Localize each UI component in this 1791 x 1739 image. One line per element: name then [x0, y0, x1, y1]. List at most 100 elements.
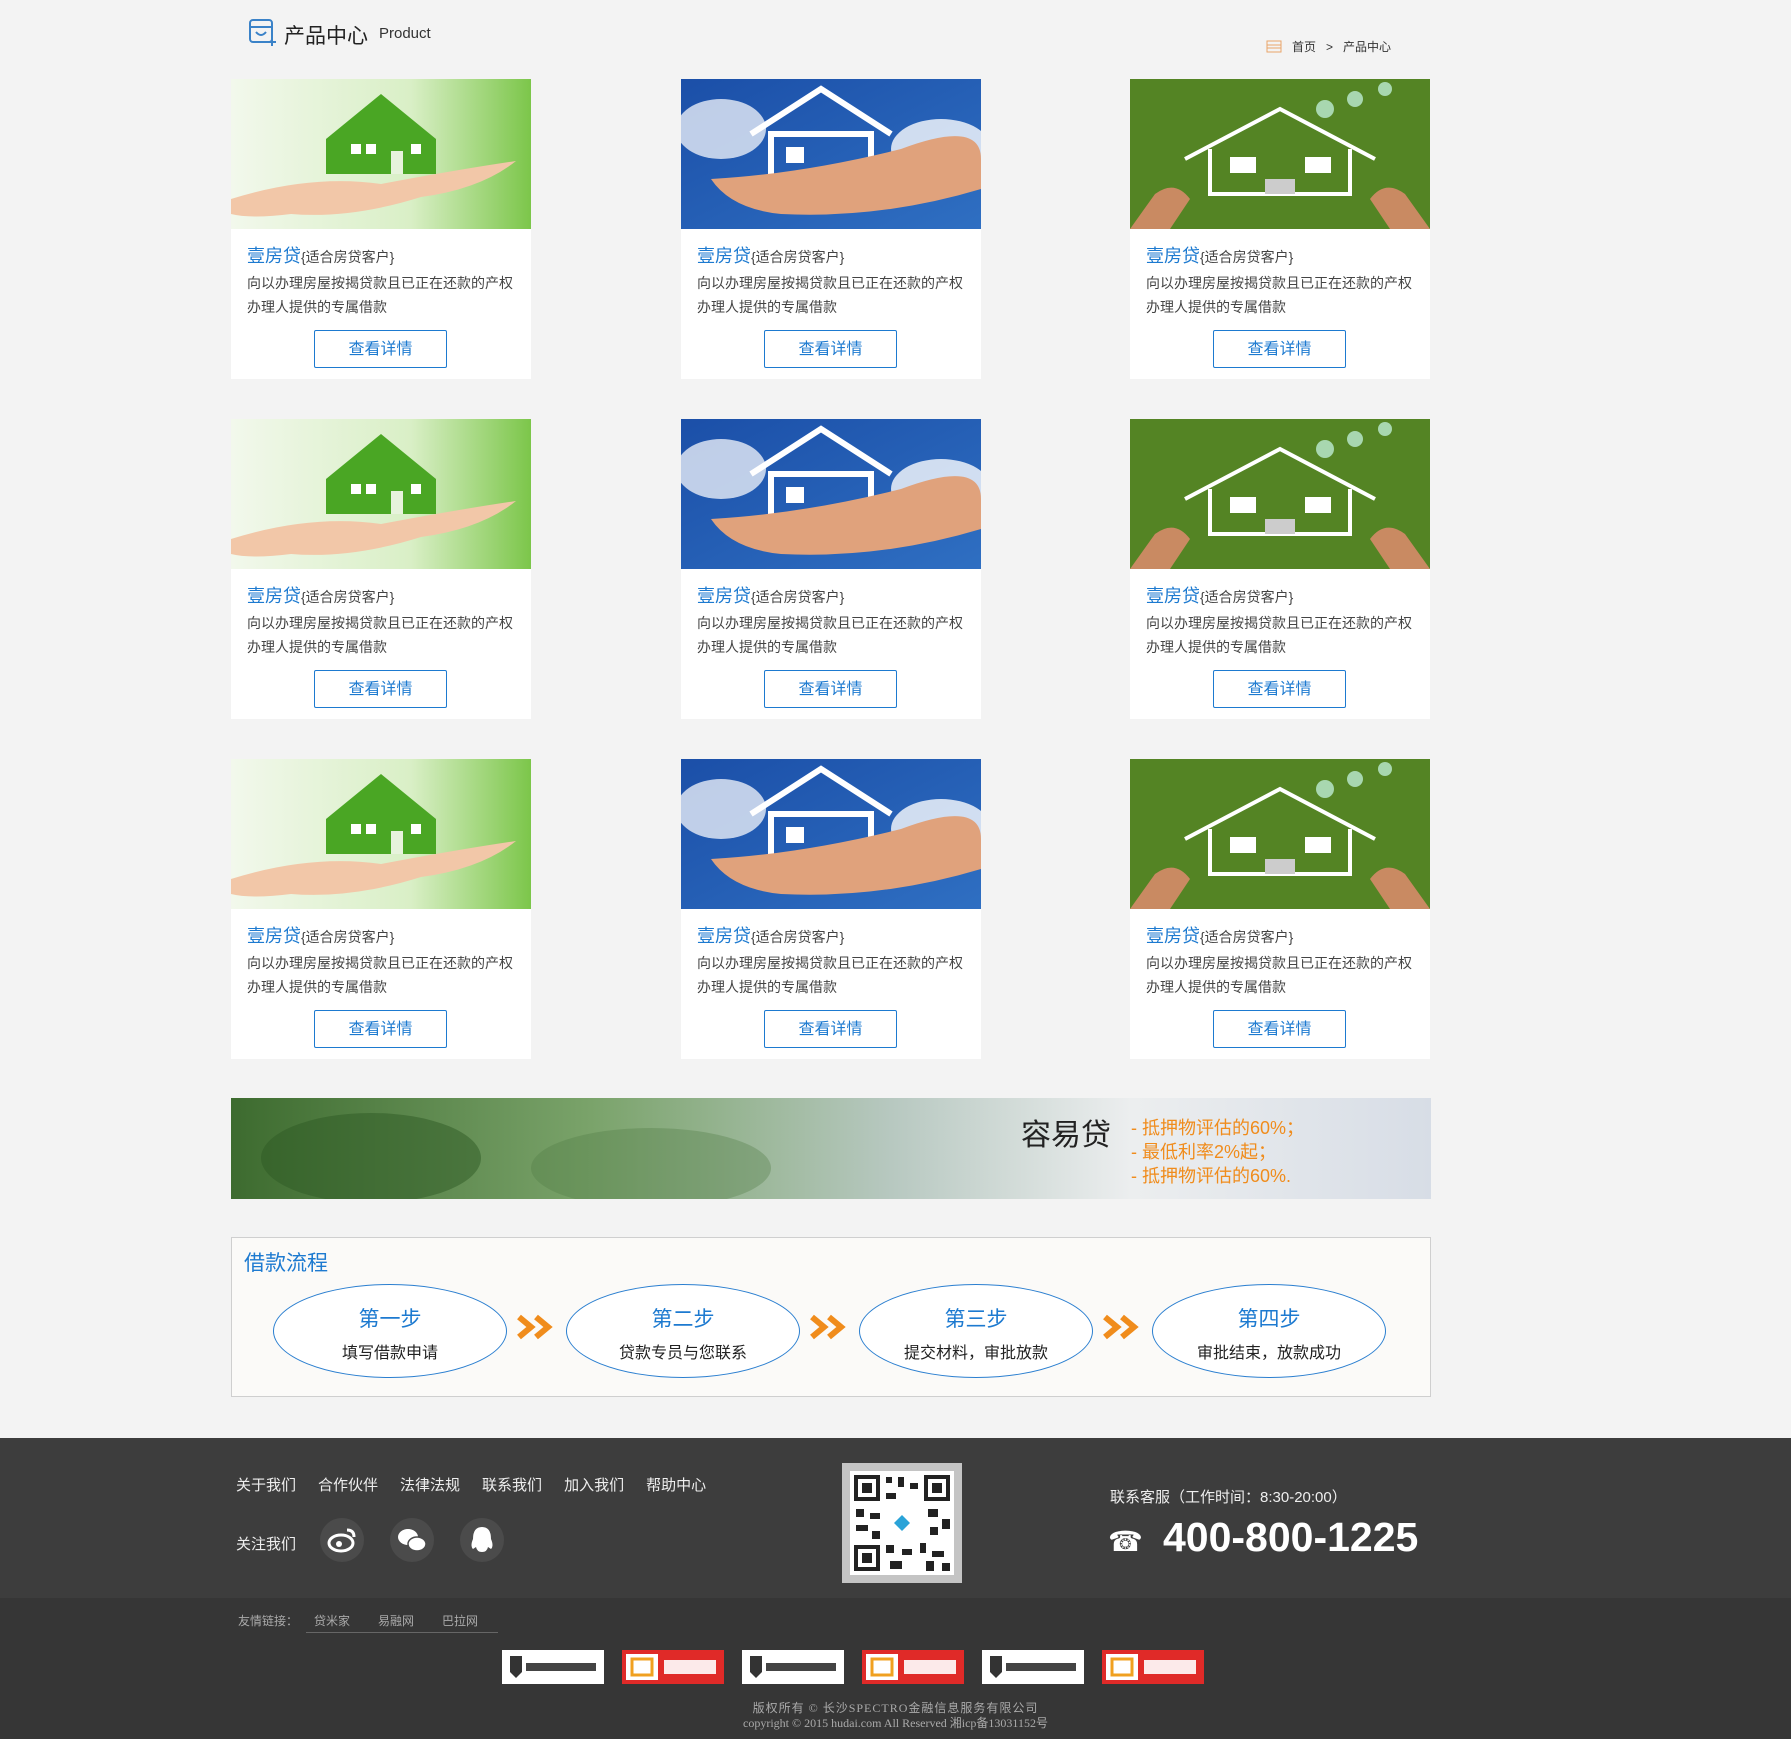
product-name[interactable]: 壹房贷	[1146, 926, 1200, 946]
product-desc: 向以办理房屋按揭贷款且已正在还款的产权办理人提供的专属借款	[1146, 955, 1412, 995]
product-name[interactable]: 壹房贷	[697, 926, 751, 946]
product-desc: 向以办理房屋按揭贷款且已正在还款的产权办理人提供的专属借款	[247, 615, 513, 655]
step-text: 审批结束，放款成功	[1196, 1345, 1341, 1362]
product-title[interactable]: 壹房贷{适合房贷客户}	[697, 582, 844, 608]
footer-nav: 关于我们 合作伙伴 法律法规 联系我们 加入我们 帮助中心	[236, 1474, 706, 1495]
process-step-3: 第三步 提交材料，审批放款	[859, 1284, 1093, 1378]
process-step-1: 第一步 填写借款申请	[273, 1284, 507, 1378]
process-step-4: 第四步 审批结束，放款成功	[1152, 1284, 1386, 1378]
view-details-button[interactable]: 查看详情	[764, 1010, 897, 1048]
product-card: 壹房贷{适合房贷客户} 向以办理房屋按揭贷款且已正在还款的产权办理人提供的专属借…	[231, 419, 531, 719]
footer-link-contact[interactable]: 联系我们	[482, 1474, 542, 1495]
step-text: 提交材料，审批放款	[903, 1345, 1048, 1362]
green-house-hand-image	[231, 759, 531, 909]
product-title[interactable]: 壹房贷{适合房贷客户}	[1146, 242, 1293, 268]
product-center-icon	[249, 19, 276, 46]
product-card: 壹房贷{适合房贷客户} 向以办理房屋按揭贷款且已正在还款的产权办理人提供的专属借…	[1130, 79, 1430, 379]
green-house-hand-image	[231, 419, 531, 569]
double-chevron-right-icon	[1103, 1314, 1139, 1340]
step-text: 贷款专员与您联系	[618, 1345, 747, 1362]
product-tag: {适合房贷客户}	[1200, 589, 1294, 605]
product-tag: {适合房贷客户}	[1200, 249, 1294, 265]
footer-link-join[interactable]: 加入我们	[564, 1474, 624, 1495]
weibo-icon[interactable]	[320, 1518, 364, 1562]
double-chevron-right-icon	[810, 1314, 846, 1340]
product-title[interactable]: 壹房贷{适合房贷客户}	[247, 582, 394, 608]
product-title[interactable]: 壹房贷{适合房贷客户}	[247, 922, 394, 948]
product-name[interactable]: 壹房贷	[1146, 246, 1200, 266]
friend-link[interactable]: 贷米家	[306, 1612, 371, 1633]
footer-link-help[interactable]: 帮助中心	[646, 1474, 706, 1495]
page-title: 产品中心	[284, 25, 368, 48]
process-step-2: 第二步 贷款专员与您联系	[566, 1284, 800, 1378]
sky-house-hand-image	[681, 79, 981, 229]
view-details-button[interactable]: 查看详情	[1213, 330, 1346, 368]
breadcrumb-home-link[interactable]: 首页	[1292, 38, 1316, 55]
step-label: 第四步	[1237, 1308, 1301, 1331]
product-desc: 向以办理房屋按揭贷款且已正在还款的产权办理人提供的专属借款	[247, 955, 513, 995]
friend-link[interactable]: 易融网	[370, 1612, 435, 1633]
product-name[interactable]: 壹房贷	[247, 926, 301, 946]
trusted-website-badge[interactable]	[622, 1650, 724, 1684]
product-title[interactable]: 壹房贷{适合房贷客户}	[1146, 582, 1293, 608]
product-grid: 壹房贷{适合房贷客户} 向以办理房屋按揭贷款且已正在还款的产权办理人提供的专属借…	[231, 79, 1431, 1059]
banner-point: 最低利率2%起；	[1131, 1140, 1304, 1164]
product-card: 壹房贷{适合房贷客户} 向以办理房屋按揭贷款且已正在还款的产权办理人提供的专属借…	[681, 759, 981, 1059]
follow-us-label: 关注我们	[236, 1536, 297, 1553]
grass-house-hands-image	[1130, 79, 1430, 229]
product-card: 壹房贷{适合房贷客户} 向以办理房屋按揭贷款且已正在还款的产权办理人提供的专属借…	[231, 79, 531, 379]
promo-banner[interactable]: 容易贷 抵押物评估的60%； 最低利率2%起； 抵押物评估的60%.	[231, 1098, 1431, 1199]
banner-points: 抵押物评估的60%； 最低利率2%起； 抵押物评估的60%.	[1131, 1116, 1304, 1188]
sky-house-hand-image	[681, 759, 981, 909]
customer-service-label: 联系客服（工作时间：8:30-20:00）	[1110, 1489, 1347, 1506]
view-details-button[interactable]: 查看详情	[314, 1010, 447, 1048]
product-title[interactable]: 壹房贷{适合房贷客户}	[247, 242, 394, 268]
product-name[interactable]: 壹房贷	[697, 246, 751, 266]
breadcrumb-current: 产品中心	[1342, 40, 1391, 54]
footer-link-about[interactable]: 关于我们	[236, 1474, 296, 1495]
product-tag: {适合房贷客户}	[751, 249, 845, 265]
wechat-icon[interactable]	[390, 1518, 434, 1562]
product-desc: 向以办理房屋按揭贷款且已正在还款的产权办理人提供的专属借款	[1146, 615, 1412, 655]
double-chevron-right-icon	[517, 1314, 553, 1340]
product-name[interactable]: 壹房贷	[697, 586, 751, 606]
qq-icon[interactable]	[460, 1518, 504, 1562]
product-desc: 向以办理房屋按揭贷款且已正在还款的产权办理人提供的专属借款	[697, 275, 963, 315]
view-details-button[interactable]: 查看详情	[314, 330, 447, 368]
service-phone[interactable]: 400-800-1225	[1163, 1514, 1418, 1561]
product-card: 壹房贷{适合房贷客户} 向以办理房屋按揭贷款且已正在还款的产权办理人提供的专属借…	[1130, 419, 1430, 719]
footer-main: 关于我们 合作伙伴 法律法规 联系我们 加入我们 帮助中心 关注我们 联系客服（…	[0, 1438, 1791, 1598]
product-tag: {适合房贷客户}	[751, 589, 845, 605]
copyright-icp: copyright © 2015 hudai.com All Reserved …	[743, 1716, 1048, 1730]
sky-house-hand-image	[681, 419, 981, 569]
product-desc: 向以办理房屋按揭贷款且已正在还款的产权办理人提供的专属借款	[697, 615, 963, 655]
trusted-website-badge[interactable]	[1102, 1650, 1204, 1684]
breadcrumb-separator: >	[1325, 39, 1333, 54]
product-name[interactable]: 壹房贷	[247, 586, 301, 606]
trusted-website-badge[interactable]	[862, 1650, 964, 1684]
product-card: 壹房贷{适合房贷客户} 向以办理房屋按揭贷款且已正在还款的产权办理人提供的专属借…	[681, 419, 981, 719]
product-tag: {适合房贷客户}	[301, 929, 395, 945]
step-label: 第三步	[944, 1308, 1008, 1331]
grass-house-hands-image	[1130, 759, 1430, 909]
certification-badges	[502, 1650, 1204, 1684]
product-title[interactable]: 壹房贷{适合房贷客户}	[697, 242, 844, 268]
product-title[interactable]: 壹房贷{适合房贷客户}	[697, 922, 844, 948]
footer-link-partners[interactable]: 合作伙伴	[318, 1474, 378, 1495]
product-tag: {适合房贷客户}	[751, 929, 845, 945]
view-details-button[interactable]: 查看详情	[314, 670, 447, 708]
product-name[interactable]: 壹房贷	[1146, 586, 1200, 606]
friend-link[interactable]: 巴拉网	[434, 1612, 499, 1633]
enterprise-credit-badge[interactable]	[982, 1650, 1084, 1684]
view-details-button[interactable]: 查看详情	[1213, 1010, 1346, 1048]
view-details-button[interactable]: 查看详情	[764, 670, 897, 708]
footer-link-law[interactable]: 法律法规	[400, 1474, 460, 1495]
view-details-button[interactable]: 查看详情	[764, 330, 897, 368]
home-icon	[1266, 40, 1282, 53]
product-title[interactable]: 壹房贷{适合房贷客户}	[1146, 922, 1293, 948]
view-details-button[interactable]: 查看详情	[1213, 670, 1346, 708]
product-name[interactable]: 壹房贷	[247, 246, 301, 266]
phone-icon: ☎	[1108, 1526, 1143, 1557]
enterprise-credit-badge[interactable]	[502, 1650, 604, 1684]
enterprise-credit-badge[interactable]	[742, 1650, 844, 1684]
